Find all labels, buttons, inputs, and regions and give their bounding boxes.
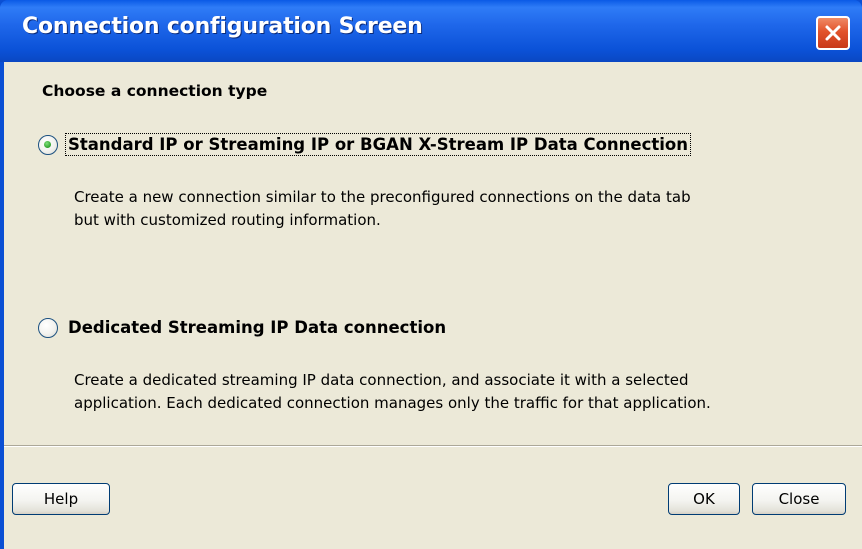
radio-label-standard-ip[interactable]: Standard IP or Streaming IP or BGAN X-St… bbox=[64, 133, 692, 156]
dialog-window: Connection configuration Screen Choose a… bbox=[0, 0, 862, 549]
radio-option-standard-ip[interactable]: Standard IP or Streaming IP or BGAN X-St… bbox=[38, 133, 692, 156]
option-description-dedicated-streaming: Create a dedicated streaming IP data con… bbox=[74, 369, 844, 415]
close-button[interactable]: Close bbox=[752, 483, 846, 515]
close-icon bbox=[825, 25, 841, 41]
dialog-body: Choose a connection type Standard IP or … bbox=[4, 62, 862, 549]
ok-button[interactable]: OK bbox=[668, 483, 740, 515]
description-line: Create a new connection similar to the p… bbox=[74, 188, 691, 206]
radio-option-dedicated-streaming[interactable]: Dedicated Streaming IP Data connection bbox=[38, 317, 448, 338]
close-window-button[interactable] bbox=[816, 16, 850, 50]
radio-button-dedicated-streaming[interactable] bbox=[38, 317, 58, 338]
radio-label-dedicated-streaming[interactable]: Dedicated Streaming IP Data connection bbox=[66, 317, 448, 338]
radio-selected-dot bbox=[44, 140, 51, 148]
radio-button-standard-ip[interactable] bbox=[38, 134, 58, 155]
description-line: Create a dedicated streaming IP data con… bbox=[74, 371, 689, 389]
section-heading: Choose a connection type bbox=[42, 82, 268, 100]
button-separator bbox=[4, 445, 862, 447]
option-description-standard-ip: Create a new connection similar to the p… bbox=[74, 186, 844, 232]
window-title: Connection configuration Screen bbox=[22, 14, 423, 39]
title-bar[interactable]: Connection configuration Screen bbox=[0, 0, 862, 62]
help-button[interactable]: Help bbox=[12, 483, 110, 515]
description-line: application. Each dedicated connection m… bbox=[74, 394, 711, 412]
description-line: but with customized routing information. bbox=[74, 211, 381, 229]
